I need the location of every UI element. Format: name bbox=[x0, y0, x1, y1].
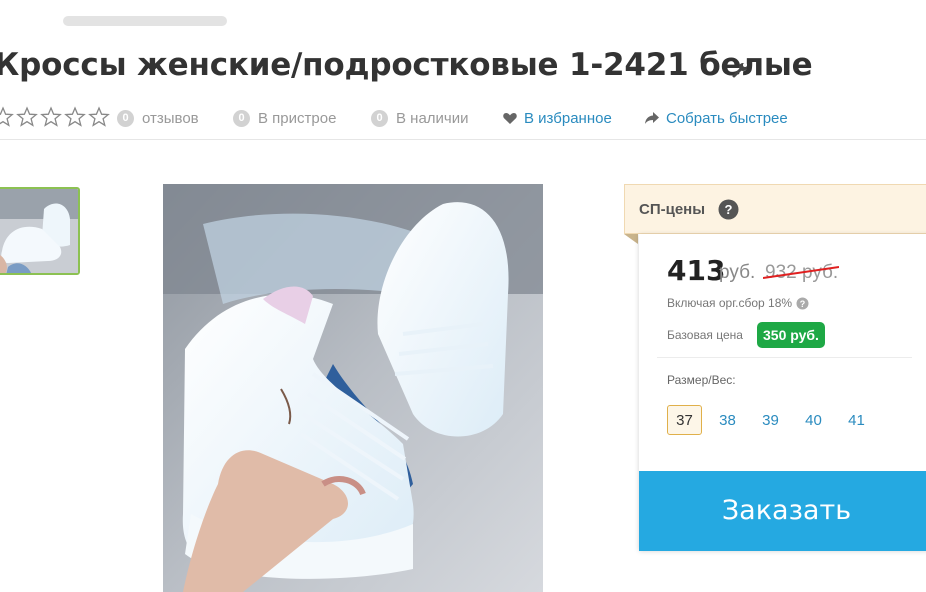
star-icon[interactable] bbox=[40, 106, 62, 128]
size-options: 37 38 39 40 41 bbox=[667, 405, 874, 435]
collect-link[interactable]: Собрать быстрее bbox=[644, 106, 788, 130]
share-arrow-icon bbox=[645, 112, 659, 124]
stock-label: В наличии bbox=[396, 109, 469, 127]
size-option-40[interactable]: 40 bbox=[796, 405, 831, 435]
product-title: Кроссы женские/подростковые 1-2421 белые bbox=[0, 47, 813, 83]
price-strikethrough bbox=[763, 266, 839, 279]
collect-label: Собрать быстрее bbox=[666, 109, 788, 127]
price-card: 413 руб. 932 руб. Включая орг.сбор 18% ?… bbox=[639, 234, 926, 551]
size-option-39[interactable]: 39 bbox=[753, 405, 788, 435]
svg-text:?: ? bbox=[725, 202, 733, 217]
attach-count-badge: 0 bbox=[233, 109, 250, 127]
heart-icon bbox=[503, 113, 517, 124]
reviews-count-badge: 0 bbox=[117, 109, 134, 127]
product-main-photo[interactable] bbox=[163, 184, 543, 592]
size-option-38[interactable]: 38 bbox=[710, 405, 745, 435]
ribbon-fold bbox=[624, 234, 638, 244]
star-icon[interactable] bbox=[64, 106, 86, 128]
attach-link[interactable]: 0 В пристрое bbox=[233, 106, 336, 130]
attach-label: В пристрое bbox=[258, 109, 337, 127]
current-price: 413 bbox=[667, 254, 726, 287]
stock-link[interactable]: 0 В наличии bbox=[371, 106, 469, 130]
stock-count-badge: 0 bbox=[371, 109, 388, 127]
thumbnail-image bbox=[0, 189, 78, 273]
size-option-41[interactable]: 41 bbox=[839, 405, 874, 435]
currency-label: руб. bbox=[719, 262, 756, 283]
svg-text:?: ? bbox=[800, 299, 806, 309]
star-icon[interactable] bbox=[0, 106, 14, 128]
product-thumbnail[interactable] bbox=[0, 187, 80, 275]
fee-note-line: Включая орг.сбор 18% ? bbox=[667, 296, 809, 310]
card-divider bbox=[657, 357, 912, 358]
reviews-link[interactable]: 0 отзывов bbox=[117, 106, 199, 130]
wrench-icon[interactable] bbox=[731, 61, 749, 79]
base-price-badge: 350 руб. bbox=[757, 322, 825, 348]
favorite-link[interactable]: В избранное bbox=[502, 106, 612, 130]
reviews-label: отзывов bbox=[142, 109, 199, 127]
star-icon[interactable] bbox=[16, 106, 38, 128]
size-option-37[interactable]: 37 bbox=[667, 405, 702, 435]
sp-prices-header: СП-цены ? bbox=[624, 184, 926, 234]
order-button[interactable]: Заказать bbox=[639, 471, 926, 551]
sp-prices-title: СП-цены bbox=[639, 201, 706, 218]
rating-stars[interactable] bbox=[0, 106, 110, 128]
fee-note: Включая орг.сбор 18% bbox=[667, 296, 793, 310]
favorite-label: В избранное bbox=[524, 109, 612, 127]
breadcrumb-placeholder bbox=[63, 16, 227, 26]
base-price-label: Базовая цена bbox=[667, 328, 743, 342]
header-divider bbox=[0, 139, 926, 140]
help-icon[interactable]: ? bbox=[718, 199, 739, 220]
product-image bbox=[163, 184, 543, 592]
star-icon[interactable] bbox=[88, 106, 110, 128]
help-icon[interactable]: ? bbox=[796, 297, 809, 310]
size-label: Размер/Вес: bbox=[667, 373, 736, 387]
